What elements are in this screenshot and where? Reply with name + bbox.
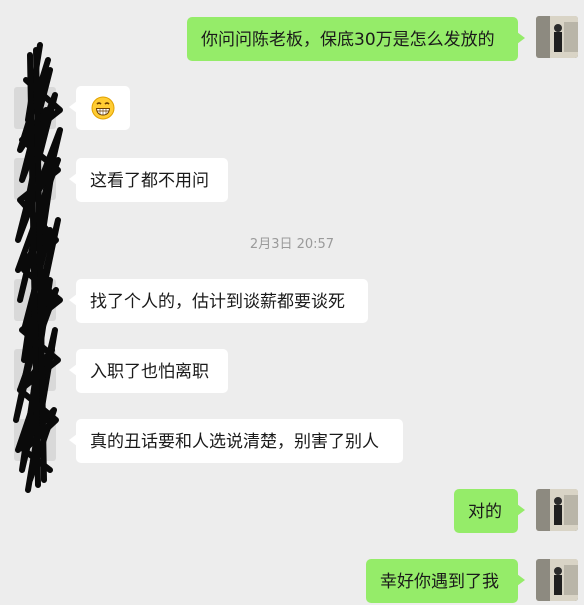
message-text: 你问问陈老板，保底30万是怎么发放的	[201, 30, 495, 50]
incoming-message[interactable]: 入职了也怕离职	[69, 349, 228, 393]
incoming-message[interactable]	[69, 86, 130, 130]
grinning-face-icon	[91, 96, 115, 120]
message-text: 真的丑话要和人选说清楚，别害了别人	[90, 432, 379, 452]
contact-avatar[interactable]	[14, 419, 56, 461]
my-avatar[interactable]	[536, 16, 578, 58]
contact-avatar[interactable]	[14, 87, 56, 129]
message-text: 幸好你遇到了我	[380, 572, 499, 592]
message-text: 找了个人的，估计到谈薪都要谈死	[90, 292, 345, 312]
incoming-message[interactable]: 真的丑话要和人选说清楚，别害了别人	[69, 419, 403, 463]
message-text: 对的	[468, 502, 502, 522]
person-photo-icon	[536, 559, 578, 601]
message-text: 入职了也怕离职	[90, 362, 209, 382]
contact-avatar[interactable]	[14, 158, 56, 200]
chat-window[interactable]: 你问问陈老板，保底30万是怎么发放的 这看了都不用问 2月3日 20:57 找了…	[0, 0, 584, 605]
message-text: 这看了都不用问	[90, 171, 209, 191]
incoming-message[interactable]: 这看了都不用问	[69, 158, 228, 202]
person-photo-icon	[536, 16, 578, 58]
contact-avatar[interactable]	[14, 349, 56, 391]
person-photo-icon	[536, 489, 578, 531]
chat-timestamp: 2月3日 20:57	[249, 237, 335, 252]
my-avatar[interactable]	[536, 489, 578, 531]
outgoing-message[interactable]: 对的	[454, 489, 525, 533]
outgoing-message[interactable]: 幸好你遇到了我	[366, 559, 525, 603]
incoming-message[interactable]: 找了个人的，估计到谈薪都要谈死	[69, 279, 368, 323]
contact-avatar[interactable]	[14, 279, 56, 321]
my-avatar[interactable]	[536, 559, 578, 601]
outgoing-message[interactable]: 你问问陈老板，保底30万是怎么发放的	[187, 17, 525, 61]
